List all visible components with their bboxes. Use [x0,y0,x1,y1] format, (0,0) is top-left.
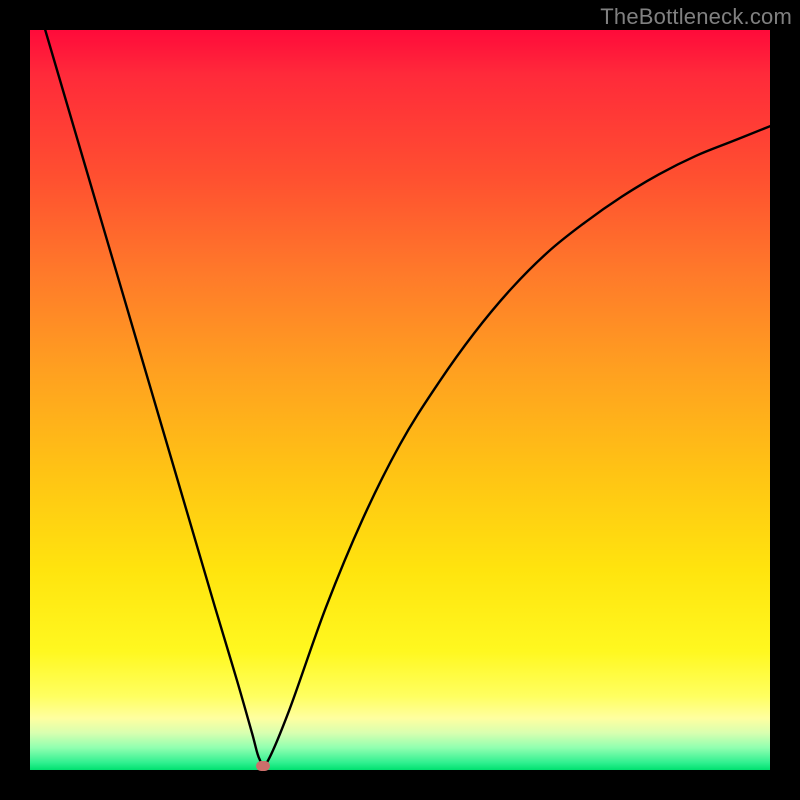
minimum-marker [256,761,270,771]
watermark-text: TheBottleneck.com [600,4,792,30]
plot-area [30,30,770,770]
bottleneck-curve [30,30,770,770]
chart-frame: TheBottleneck.com [0,0,800,800]
